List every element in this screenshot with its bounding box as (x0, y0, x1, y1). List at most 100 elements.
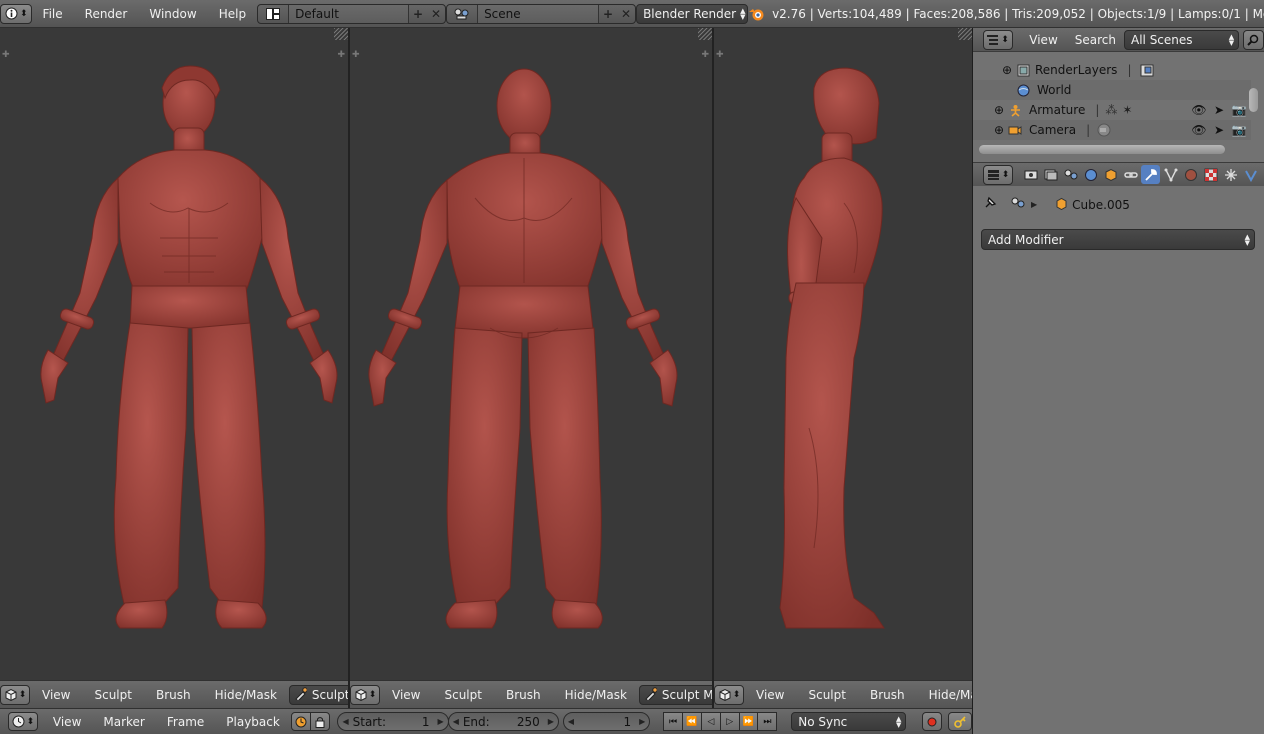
next-keyframe-icon[interactable]: ⏩ (738, 712, 759, 731)
menu-hide-mask[interactable]: Hide/Mask (203, 688, 289, 702)
menu-sculpt[interactable]: Sculpt (82, 688, 143, 702)
viewport-back[interactable]: ✚ ✚ (350, 28, 712, 680)
render-camera-icon[interactable]: 📷 (1231, 102, 1247, 118)
menu-marker[interactable]: Marker (92, 715, 155, 729)
editor-type-button[interactable]: ⬍ (0, 684, 30, 705)
increment-icon[interactable]: ▶ (548, 717, 554, 726)
menu-hide-mask[interactable]: Hide/Mask (553, 688, 639, 702)
mode-select[interactable]: Sculpt Mode (288, 684, 348, 705)
viewport-front[interactable]: ✚ ✚ (0, 28, 348, 680)
screen-layout-selector[interactable]: Default + ✕ (257, 3, 447, 24)
record-icon[interactable] (922, 712, 943, 731)
menu-help[interactable]: Help (208, 7, 257, 21)
viewport-side[interactable]: ✚ (714, 28, 972, 680)
world-tab-icon[interactable] (1081, 165, 1100, 184)
editor-type-button[interactable]: ⬍ (714, 684, 744, 705)
outliner-row-camera[interactable]: ⊕ Camera | 👁 ➤ 📷 (973, 120, 1251, 140)
remove-screen-icon[interactable]: ✕ (427, 5, 445, 23)
object-tab-icon[interactable] (1101, 165, 1120, 184)
menu-view[interactable]: View (42, 715, 92, 729)
sculpt-brush-icon (294, 686, 308, 703)
menu-brush[interactable]: Brush (858, 688, 917, 702)
armature-data-icon: ✶ (1122, 103, 1133, 117)
menu-window[interactable]: Window (138, 7, 207, 21)
remove-scene-icon[interactable]: ✕ (617, 5, 635, 23)
mode-select[interactable]: Sculpt Mode (638, 684, 712, 705)
current-frame-field[interactable]: ◀ 1 ▶ (562, 712, 651, 731)
menu-view[interactable]: View (1018, 33, 1068, 47)
expand-icon[interactable]: ⊕ (991, 102, 1007, 118)
outliner-row-world[interactable]: World (973, 80, 1251, 100)
render-layers-tab-icon[interactable] (1041, 165, 1060, 184)
menu-view[interactable]: View (30, 688, 82, 702)
add-modifier-button[interactable]: Add Modifier ▲ ▼ (981, 229, 1255, 250)
outliner-vertical-scrollbar[interactable] (1249, 88, 1258, 112)
scene-selector[interactable]: Scene + ✕ (446, 3, 637, 24)
render-engine-select[interactable]: Blender Render ▲ ▼ (636, 3, 749, 24)
menu-view[interactable]: View (744, 688, 796, 702)
particles-tab-icon[interactable] (1221, 165, 1240, 184)
end-frame-field[interactable]: ◀ End: 250 ▶ (447, 712, 559, 731)
texture-tab-icon[interactable] (1201, 165, 1220, 184)
cursor-icon[interactable]: ➤ (1211, 102, 1227, 118)
outliner-tree[interactable]: ⊕ RenderLayers | World ⊕ Armature | ⁂ ✶ … (973, 52, 1264, 148)
menu-view[interactable]: View (380, 688, 432, 702)
prev-keyframe-icon[interactable]: ⏪ (682, 712, 702, 731)
cursor-icon[interactable]: ➤ (1211, 122, 1227, 138)
increment-icon[interactable]: ▶ (438, 717, 444, 726)
physics-tab-icon[interactable] (1241, 165, 1260, 184)
menu-sculpt[interactable]: Sculpt (432, 688, 493, 702)
expand-icon[interactable]: ⊕ (999, 62, 1015, 78)
menu-frame[interactable]: Frame (156, 715, 215, 729)
material-tab-icon[interactable] (1181, 165, 1200, 184)
play-reverse-icon[interactable]: ◁ (700, 712, 721, 731)
sculpt-model-back (368, 68, 678, 629)
info-icon (4, 7, 18, 21)
lock-icon[interactable] (309, 712, 330, 731)
preview-range-icon[interactable] (290, 712, 311, 731)
outliner-row-armature[interactable]: ⊕ Armature | ⁂ ✶ 👁 ➤ 📷 (973, 100, 1251, 120)
editor-type-button[interactable]: ⬍ (983, 164, 1013, 185)
render-camera-icon[interactable]: 📷 (1231, 122, 1247, 138)
editor-type-button[interactable]: ⬍ (0, 3, 32, 24)
jump-start-icon[interactable]: ⏮ (663, 712, 684, 731)
outliner-horizontal-scrollbar[interactable] (979, 145, 1225, 154)
menu-playback[interactable]: Playback (215, 715, 291, 729)
menu-search[interactable]: Search (1069, 33, 1124, 47)
menu-render[interactable]: Render (74, 7, 139, 21)
editor-type-button[interactable]: ⬍ (982, 29, 1013, 50)
constraints-tab-icon[interactable] (1121, 165, 1140, 184)
modifiers-tab-icon[interactable] (1141, 165, 1160, 184)
expand-icon[interactable]: ⊕ (991, 122, 1007, 138)
editor-type-button[interactable]: ⬍ (7, 712, 38, 731)
menu-sculpt[interactable]: Sculpt (796, 688, 857, 702)
start-frame-field[interactable]: ◀ Start: 1 ▶ (337, 712, 449, 731)
screen-layout-icon[interactable] (258, 5, 288, 23)
add-screen-icon[interactable]: + (409, 5, 427, 23)
menu-brush[interactable]: Brush (144, 688, 203, 702)
screen-layout-name[interactable]: Default (288, 4, 410, 23)
outliner-filter-select[interactable]: All Scenes ▲ ▼ (1124, 29, 1240, 50)
jump-end-icon[interactable]: ⏭ (757, 712, 778, 731)
keying-set-icon[interactable] (948, 712, 972, 731)
decrement-icon[interactable]: ◀ (568, 717, 574, 726)
eye-icon[interactable]: 👁 (1191, 102, 1207, 118)
scene-tab-icon[interactable] (1061, 165, 1080, 184)
increment-icon[interactable]: ▶ (639, 717, 645, 726)
outliner-row-renderlayers[interactable]: ⊕ RenderLayers | (973, 60, 1251, 80)
menu-brush[interactable]: Brush (494, 688, 553, 702)
menu-hide-mask[interactable]: Hide/Mask (917, 688, 972, 702)
add-scene-icon[interactable]: + (599, 5, 617, 23)
scene-name[interactable]: Scene (477, 4, 600, 23)
eye-icon[interactable]: 👁 (1191, 122, 1207, 138)
editor-type-button[interactable]: ⬍ (350, 684, 380, 705)
properties-header: ⬍ (973, 162, 1264, 186)
mesh-data-tab-icon[interactable] (1161, 165, 1180, 184)
search-icon[interactable] (1242, 29, 1264, 50)
menu-file[interactable]: File (32, 7, 74, 21)
pin-icon[interactable] (983, 196, 997, 213)
render-tab-icon[interactable] (1021, 165, 1040, 184)
scene-icon[interactable] (447, 5, 477, 23)
play-icon[interactable]: ▷ (719, 712, 740, 731)
sync-mode-select[interactable]: No Sync ▲ ▼ (791, 712, 907, 731)
